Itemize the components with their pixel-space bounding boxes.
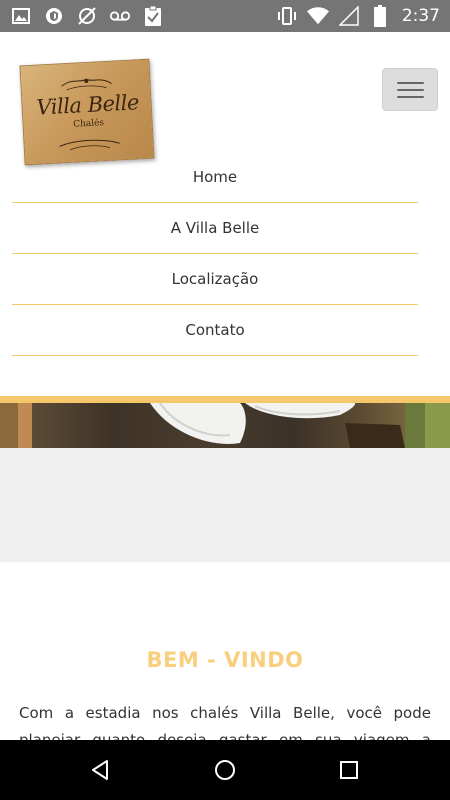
system-icons: 2:37 <box>276 4 440 28</box>
back-icon <box>92 760 108 780</box>
home-icon <box>215 760 235 780</box>
recents-button[interactable] <box>333 754 365 786</box>
banner-accent-bar <box>0 396 450 403</box>
nav-item-home[interactable]: Home <box>12 152 418 203</box>
wifi-icon <box>306 4 329 28</box>
signal-icon <box>338 4 360 28</box>
system-navigation-bar <box>0 740 450 800</box>
nav-item-villa-belle[interactable]: A Villa Belle <box>12 203 418 254</box>
welcome-heading: BEM - VINDO <box>146 648 304 672</box>
status-time: 2:37 <box>401 6 440 26</box>
hero-placeholder <box>0 448 450 562</box>
recents-icon <box>340 761 358 779</box>
sync-off-icon <box>76 5 98 27</box>
hero-banner-image <box>0 403 450 448</box>
vibrate-icon <box>276 4 298 28</box>
notification-icons <box>10 5 164 27</box>
nav-item-localizacao[interactable]: Localização <box>12 254 418 305</box>
back-button[interactable] <box>84 754 116 786</box>
site-logo[interactable]: Villa Belle Chalés <box>19 58 155 166</box>
battery-icon <box>369 4 391 28</box>
image-icon <box>10 5 32 27</box>
voicemail-icon <box>109 5 131 27</box>
clipboard-check-icon <box>142 5 164 27</box>
home-button[interactable] <box>209 754 241 786</box>
hamburger-icon <box>396 81 424 84</box>
nav-item-contato[interactable]: Contato <box>12 305 418 356</box>
shield-icon <box>43 5 65 27</box>
main-nav: Home A Villa Belle Localização Contato <box>12 152 418 356</box>
menu-toggle-button[interactable] <box>382 68 438 111</box>
status-bar: 2:37 <box>0 0 450 32</box>
